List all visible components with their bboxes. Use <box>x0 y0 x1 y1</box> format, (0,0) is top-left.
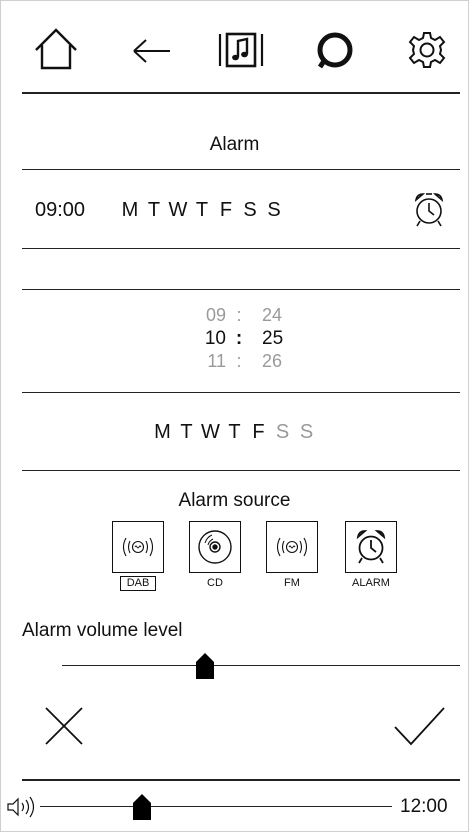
status-clock: 12:00 <box>400 796 448 817</box>
radio-wave-icon <box>122 537 154 557</box>
summary-day: S <box>267 199 281 221</box>
confirm-button[interactable] <box>390 702 448 750</box>
summary-day: W <box>168 199 188 221</box>
checkmark-icon <box>394 707 445 746</box>
minute-wheel[interactable]: 24 25 26 <box>262 304 302 373</box>
cancel-button[interactable] <box>40 702 88 750</box>
voice-assistant-button[interactable] <box>312 28 358 72</box>
close-icon <box>45 707 83 745</box>
time-picker[interactable]: 09 10 11 : : : 24 25 26 <box>0 290 469 392</box>
day-toggle[interactable]: S <box>295 421 319 444</box>
music-button[interactable] <box>215 30 267 70</box>
source-option-cd[interactable]: CD <box>188 521 242 591</box>
source-label: ALARM <box>352 577 390 589</box>
music-note-icon <box>218 32 264 68</box>
minute-previous: 24 <box>262 305 283 325</box>
home-icon <box>35 28 77 70</box>
alarm-summary-row[interactable]: 09:00 MTWTFSS <box>0 170 469 248</box>
alarm-volume-track <box>62 665 460 666</box>
source-label: CD <box>207 577 223 589</box>
summary-day: T <box>195 199 209 221</box>
day-toggle[interactable]: T <box>175 421 199 444</box>
gear-icon <box>408 32 446 68</box>
master-volume-track <box>40 806 392 807</box>
alarm-time: 09:00 <box>35 199 86 221</box>
status-divider <box>22 779 460 781</box>
settings-button[interactable] <box>404 28 450 72</box>
hour-wheel[interactable]: 09 10 11 <box>186 304 226 373</box>
summary-day: T <box>147 199 161 221</box>
back-arrow-icon <box>133 39 170 63</box>
home-button[interactable] <box>32 26 80 72</box>
summary-day: M <box>121 199 139 221</box>
header-divider <box>22 92 460 94</box>
alarm-volume-handle[interactable] <box>195 652 215 680</box>
alarm-volume-label: Alarm volume level <box>22 620 183 641</box>
alarm-volume-slider[interactable] <box>62 650 460 684</box>
ring-icon <box>317 32 353 69</box>
summary-divider <box>22 248 460 249</box>
minute-selected: 25 <box>262 328 284 349</box>
page-title: Alarm <box>209 134 260 155</box>
day-selector: MTWTFSS <box>0 421 469 444</box>
days-divider <box>22 470 460 471</box>
day-toggle[interactable]: F <box>247 421 271 444</box>
day-toggle[interactable]: T <box>223 421 247 444</box>
cd-icon <box>198 530 232 564</box>
source-label: FM <box>284 577 300 589</box>
day-toggle[interactable]: S <box>271 421 295 444</box>
radio-wave-icon <box>276 537 308 557</box>
alarm-source-title: Alarm source <box>178 490 291 511</box>
speaker-icon <box>7 796 35 818</box>
picker-bottom-divider <box>22 392 460 393</box>
time-separator: : : : <box>235 305 243 371</box>
day-toggle[interactable]: M <box>151 421 175 444</box>
hour-next: 11 <box>207 351 226 371</box>
master-volume-slider[interactable] <box>40 790 392 822</box>
alarm-days: MTWTFSS <box>118 199 286 222</box>
source-option-alarm[interactable]: ALARM <box>344 521 398 591</box>
summary-day: S <box>243 199 257 221</box>
alarm-clock-icon <box>356 530 386 564</box>
hour-previous: 09 <box>205 305 226 325</box>
day-toggle[interactable]: W <box>199 421 223 444</box>
hour-selected: 10 <box>204 328 226 349</box>
alarm-clock-icon <box>414 193 444 227</box>
source-option-fm[interactable]: FM <box>265 521 319 591</box>
summary-day: F <box>219 199 233 221</box>
source-label: DAB <box>119 576 157 591</box>
source-option-dab[interactable]: DAB <box>111 521 165 591</box>
master-volume-handle[interactable] <box>132 793 152 821</box>
back-button[interactable] <box>131 34 173 68</box>
minute-next: 26 <box>262 351 283 371</box>
